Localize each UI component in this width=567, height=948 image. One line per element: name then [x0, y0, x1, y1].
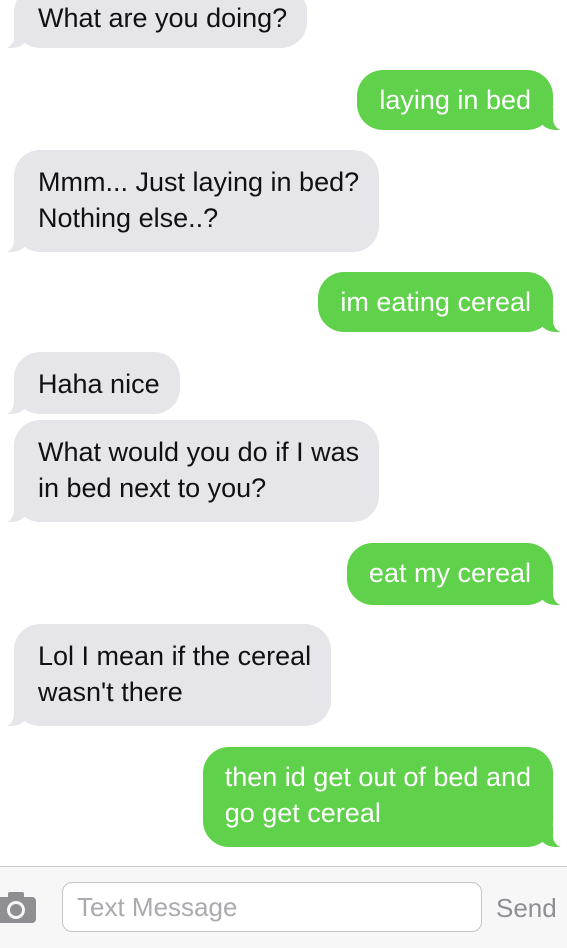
message-input[interactable]: Text Message: [62, 882, 482, 932]
message-composer: Text Message Send: [0, 866, 567, 948]
received-message: What would you do if I was in bed next t…: [0, 420, 380, 523]
send-button[interactable]: Send: [496, 891, 557, 925]
messages-screen: What are you doing? laying in bed Mmm...…: [0, 0, 567, 948]
camera-icon[interactable]: [0, 891, 46, 925]
received-message: Haha nice: [0, 352, 180, 415]
sent-message: laying in bed: [357, 70, 567, 131]
sent-message: im eating cereal: [318, 272, 567, 333]
received-message: Mmm... Just laying in bed? Nothing else.…: [0, 150, 380, 253]
sent-message: eat my cereal: [346, 543, 567, 606]
sent-message: then id get out of bed and go get cereal: [202, 747, 567, 848]
received-message: Lol I mean if the cereal wasn't there: [0, 624, 332, 727]
received-message: What are you doing?: [0, 0, 308, 49]
